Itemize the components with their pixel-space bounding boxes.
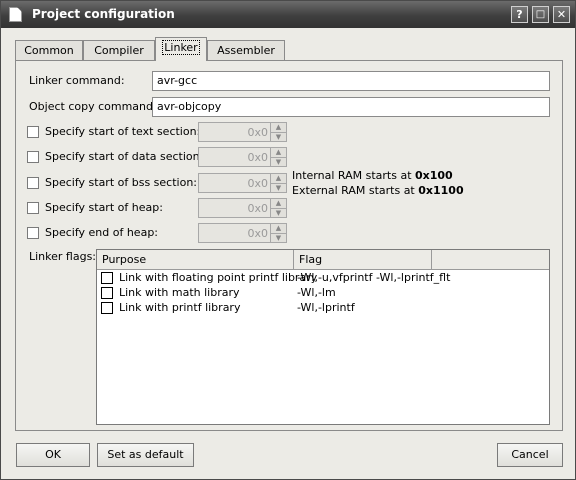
internal-ram-note: Internal RAM starts at 0x100 (292, 169, 453, 182)
window-title: Project configuration (32, 7, 175, 21)
heap-end-checkbox[interactable] (27, 227, 39, 239)
table-row[interactable]: Link with printf library -Wl,-lprintf (97, 301, 549, 316)
tab-linker[interactable]: Linker (155, 37, 207, 61)
heap-end-label: Specify end of heap: (45, 226, 159, 239)
linker-flags-label: Linker flags: (29, 250, 97, 263)
row-flag: -Wl,-lprintf (297, 301, 355, 314)
arrow-up-icon[interactable]: ▲ (270, 199, 286, 208)
heap-start-checkbox[interactable] (27, 202, 39, 214)
text-section-checkbox[interactable] (27, 126, 39, 138)
ok-button[interactable]: OK (16, 443, 90, 467)
title-bar[interactable]: Project configuration ? □ ✕ (1, 1, 575, 28)
arrow-up-icon[interactable]: ▲ (270, 148, 286, 157)
tab-assembler[interactable]: Assembler (207, 40, 285, 61)
heap-end-spinbox[interactable]: 0x0 ▲ ▼ (198, 223, 287, 243)
help-button[interactable]: ? (511, 6, 528, 23)
row-purpose: Link with math library (119, 286, 240, 299)
data-section-checkbox[interactable] (27, 151, 39, 163)
bss-section-checkbox[interactable] (27, 177, 39, 189)
linker-command-input[interactable]: avr-gcc (152, 71, 550, 91)
heap-start-spinbox[interactable]: 0x0 ▲ ▼ (198, 198, 287, 218)
arrow-up-icon[interactable]: ▲ (270, 224, 286, 233)
document-icon (9, 7, 22, 22)
arrow-down-icon[interactable]: ▼ (270, 208, 286, 217)
column-header-purpose[interactable]: Purpose (97, 250, 294, 269)
data-section-label: Specify start of data section: (45, 150, 204, 163)
linker-command-label: Linker command: (29, 74, 125, 87)
row-purpose: Link with floating point printf library (119, 271, 318, 284)
maximize-button[interactable]: □ (532, 6, 549, 23)
arrow-down-icon[interactable]: ▼ (270, 233, 286, 242)
spin-value: 0x0 (247, 227, 268, 240)
linker-flags-table[interactable]: Purpose Flag Link with floating point pr… (96, 249, 550, 425)
arrow-up-icon[interactable]: ▲ (270, 123, 286, 132)
spin-value: 0x0 (247, 202, 268, 215)
heap-start-label: Specify start of heap: (45, 201, 163, 214)
spin-value: 0x0 (247, 177, 268, 190)
objcopy-command-input[interactable]: avr-objcopy (152, 97, 550, 117)
table-row[interactable]: Link with floating point printf library … (97, 271, 549, 286)
cancel-button[interactable]: Cancel (497, 443, 563, 467)
row-purpose: Link with printf library (119, 301, 241, 314)
set-as-default-button[interactable]: Set as default (97, 443, 194, 467)
row-checkbox[interactable] (101, 272, 113, 284)
row-checkbox[interactable] (101, 287, 113, 299)
project-configuration-dialog: Project configuration ? □ ✕ Common Compi… (0, 0, 576, 480)
spin-value: 0x0 (247, 151, 268, 164)
row-checkbox[interactable] (101, 302, 113, 314)
table-header: Purpose Flag (97, 250, 549, 270)
spin-value: 0x0 (247, 126, 268, 139)
data-section-spinbox[interactable]: 0x0 ▲ ▼ (198, 147, 287, 167)
tab-compiler[interactable]: Compiler (83, 40, 155, 61)
table-row[interactable]: Link with math library -Wl,-lm (97, 286, 549, 301)
tab-common[interactable]: Common (15, 40, 83, 61)
arrow-up-icon[interactable]: ▲ (270, 174, 286, 183)
bss-section-spinbox[interactable]: 0x0 ▲ ▼ (198, 173, 287, 193)
arrow-down-icon[interactable]: ▼ (270, 183, 286, 192)
column-header-flag[interactable]: Flag (294, 250, 432, 269)
row-flag: -Wl,-lm (297, 286, 336, 299)
row-flag: -Wl,-u,vfprintf -Wl,-lprintf_flt (297, 271, 451, 284)
close-button[interactable]: ✕ (553, 6, 570, 23)
arrow-down-icon[interactable]: ▼ (270, 132, 286, 141)
external-ram-note: External RAM starts at 0x1100 (292, 184, 464, 197)
bss-section-label: Specify start of bss section: (45, 176, 198, 189)
text-section-label: Specify start of text section: (45, 125, 201, 138)
text-section-spinbox[interactable]: 0x0 ▲ ▼ (198, 122, 287, 142)
arrow-down-icon[interactable]: ▼ (270, 157, 286, 166)
objcopy-command-label: Object copy command: (29, 100, 157, 113)
